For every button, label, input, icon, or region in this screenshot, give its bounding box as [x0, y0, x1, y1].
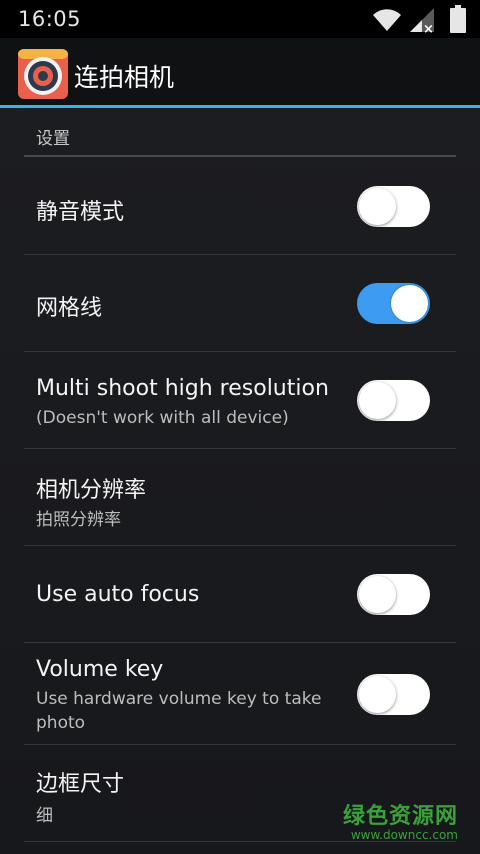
silent-mode-switch[interactable]: [357, 186, 430, 227]
setting-summary-line1: Use hardware volume key to take: [36, 689, 322, 709]
setting-summary: (Doesn't work with all device): [36, 408, 289, 428]
setting-multi-shoot-high-resolution[interactable]: Multi shoot high resolution (Doesn't wor…: [24, 352, 456, 449]
watermark-text: 绿色资源网: [342, 804, 458, 829]
setting-title: 静音模式: [36, 200, 125, 225]
grid-lines-switch[interactable]: [357, 283, 430, 324]
volume-key-switch[interactable]: [357, 674, 430, 715]
setting-title: Volume key: [36, 657, 164, 682]
action-bar: 连拍相机: [0, 38, 480, 108]
multi-shoot-switch[interactable]: [357, 380, 430, 421]
signal-icon: ×: [410, 8, 434, 34]
setting-grid-lines[interactable]: 网格线: [24, 255, 456, 352]
setting-silent-mode[interactable]: 静音模式: [24, 157, 456, 255]
auto-focus-switch[interactable]: [357, 574, 430, 615]
switch-knob: [359, 382, 396, 419]
switch-knob: [359, 188, 396, 225]
svg-text:×: ×: [423, 22, 434, 34]
setting-summary: 细: [36, 806, 53, 826]
battery-icon: [450, 5, 466, 33]
switch-knob: [391, 285, 428, 322]
setting-title: Use auto focus: [36, 582, 200, 607]
watermark: 绿色资源网 www.downcc.com: [343, 798, 458, 842]
camera-lens-icon[interactable]: [18, 49, 68, 99]
setting-summary: 拍照分辨率: [36, 510, 121, 530]
switch-knob: [359, 676, 396, 713]
setting-summary-line2: photo: [36, 713, 86, 733]
setting-camera-resolution[interactable]: 相机分辨率 拍照分辨率: [24, 449, 456, 546]
app-title: 连拍相机: [74, 63, 175, 92]
setting-title: 网格线: [36, 296, 103, 321]
status-bar: 16:05 ×: [0, 0, 480, 38]
setting-title: 相机分辨率: [36, 478, 147, 503]
status-time: 16:05: [18, 7, 82, 31]
setting-auto-focus[interactable]: Use auto focus: [24, 546, 456, 643]
settings-list: 设置 静音模式 网格线 Multi shoot high resolution …: [0, 108, 480, 854]
switch-knob: [359, 576, 396, 613]
watermark-url: www.downcc.com: [350, 828, 458, 842]
setting-volume-key[interactable]: Volume key Use hardware volume key to ta…: [24, 643, 456, 745]
setting-title: Multi shoot high resolution: [36, 376, 329, 401]
section-header: 设置: [36, 129, 70, 149]
wifi-icon: [373, 9, 401, 31]
setting-title: 边框尺寸: [36, 772, 125, 797]
